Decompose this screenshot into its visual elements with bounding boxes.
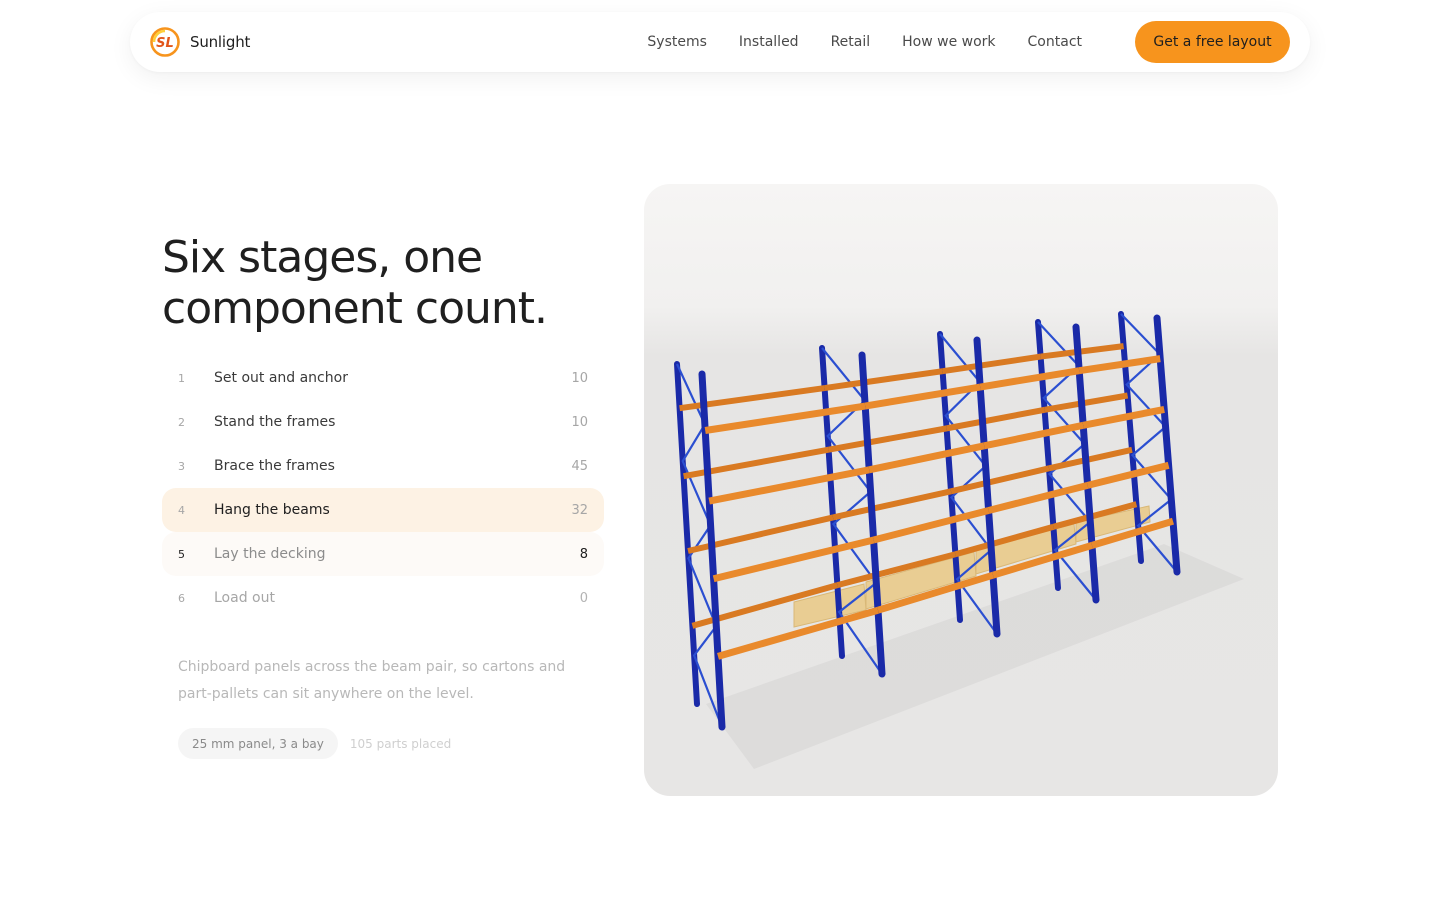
stage-number: 4 bbox=[178, 503, 185, 517]
pallet-racking-illustration-icon bbox=[674, 311, 1244, 769]
beam-front bbox=[704, 402, 866, 434]
stage-part-count: 45 bbox=[571, 458, 588, 474]
stage-part-count: 32 bbox=[571, 502, 588, 518]
beam-back bbox=[1044, 392, 1129, 413]
beam-back bbox=[1048, 446, 1133, 472]
get-free-layout-button[interactable]: Get a free layout bbox=[1135, 21, 1290, 63]
stage-part-count: 10 bbox=[571, 370, 588, 386]
stage-part-count: 8 bbox=[579, 546, 588, 562]
stage-item-hang-the-beams[interactable]: 4 Hang the beams 32 bbox=[162, 488, 604, 532]
stage-item-load-out[interactable]: 6 Load out 0 bbox=[162, 576, 604, 620]
stage-number: 1 bbox=[178, 371, 185, 385]
beam-back bbox=[828, 425, 948, 453]
svg-text:SL: SL bbox=[156, 36, 174, 51]
racking-3d-viewport[interactable] bbox=[644, 184, 1278, 796]
parts-placed-note: 105 parts placed bbox=[349, 736, 452, 751]
stage-label: Brace the frames bbox=[214, 458, 335, 474]
sunlight-logo-icon: SL bbox=[150, 27, 180, 57]
brand-name: Sunlight bbox=[190, 33, 251, 51]
stage-description: Chipboard panels across the beam pair, s… bbox=[178, 659, 566, 702]
stage-label: Lay the decking bbox=[214, 546, 326, 562]
spec-chip: 25 mm panel, 3 a bay bbox=[178, 728, 338, 759]
nav-link-how-we-work[interactable]: How we work bbox=[902, 34, 995, 50]
stage-item-brace-the-frames[interactable]: 3 Brace the frames 45 bbox=[162, 444, 604, 488]
nav-link-systems[interactable]: Systems bbox=[647, 34, 707, 50]
beam-front bbox=[712, 536, 875, 583]
stage-item-set-out-and-anchor[interactable]: 1 Set out and anchor 10 bbox=[162, 356, 604, 400]
nav-links: Systems Installed Retail How we work Con… bbox=[647, 12, 1082, 72]
beam-back bbox=[832, 488, 952, 521]
stage-item-lay-the-decking[interactable]: 5 Lay the decking 8 bbox=[162, 532, 604, 576]
stage-part-count: 10 bbox=[571, 414, 588, 430]
stage-number: 2 bbox=[178, 415, 185, 429]
beam-front bbox=[1082, 406, 1165, 429]
stage-label: Load out bbox=[214, 590, 275, 606]
beam-back bbox=[946, 406, 1046, 432]
frame-upright-back bbox=[674, 361, 700, 707]
section-headline: Six stages, one component count. bbox=[162, 232, 548, 334]
stage-label: Set out and anchor bbox=[214, 370, 348, 386]
stage-label: Stand the frames bbox=[214, 414, 336, 430]
beam-back bbox=[942, 353, 1042, 375]
stage-list: 1 Set out and anchor 10 2 Stand the fram… bbox=[162, 356, 604, 620]
beam-back bbox=[950, 465, 1050, 495]
beam-front bbox=[983, 421, 1084, 450]
beam-back bbox=[1040, 343, 1124, 360]
stage-part-count: 0 bbox=[579, 590, 588, 606]
beam-front bbox=[864, 383, 981, 410]
stage-number: 5 bbox=[178, 547, 185, 561]
stage-number: 3 bbox=[178, 459, 185, 473]
stage-spec-row: 25 mm panel, 3 a bay 105 parts placed bbox=[178, 728, 451, 759]
frame-upright-front bbox=[1153, 314, 1181, 576]
nav-link-contact[interactable]: Contact bbox=[1028, 34, 1082, 50]
stage-number: 6 bbox=[178, 591, 185, 605]
beam-front bbox=[987, 481, 1089, 514]
nav-link-retail[interactable]: Retail bbox=[831, 34, 871, 50]
stage-label: Hang the beams bbox=[214, 502, 330, 518]
beam-front bbox=[868, 442, 985, 474]
beam-front bbox=[708, 466, 870, 505]
stage-item-stand-the-frames[interactable]: 2 Stand the frames 10 bbox=[162, 400, 604, 444]
top-navigation: SL Sunlight Systems Installed Retail How… bbox=[130, 12, 1310, 72]
nav-link-installed[interactable]: Installed bbox=[739, 34, 799, 50]
brand[interactable]: SL Sunlight bbox=[149, 26, 250, 58]
